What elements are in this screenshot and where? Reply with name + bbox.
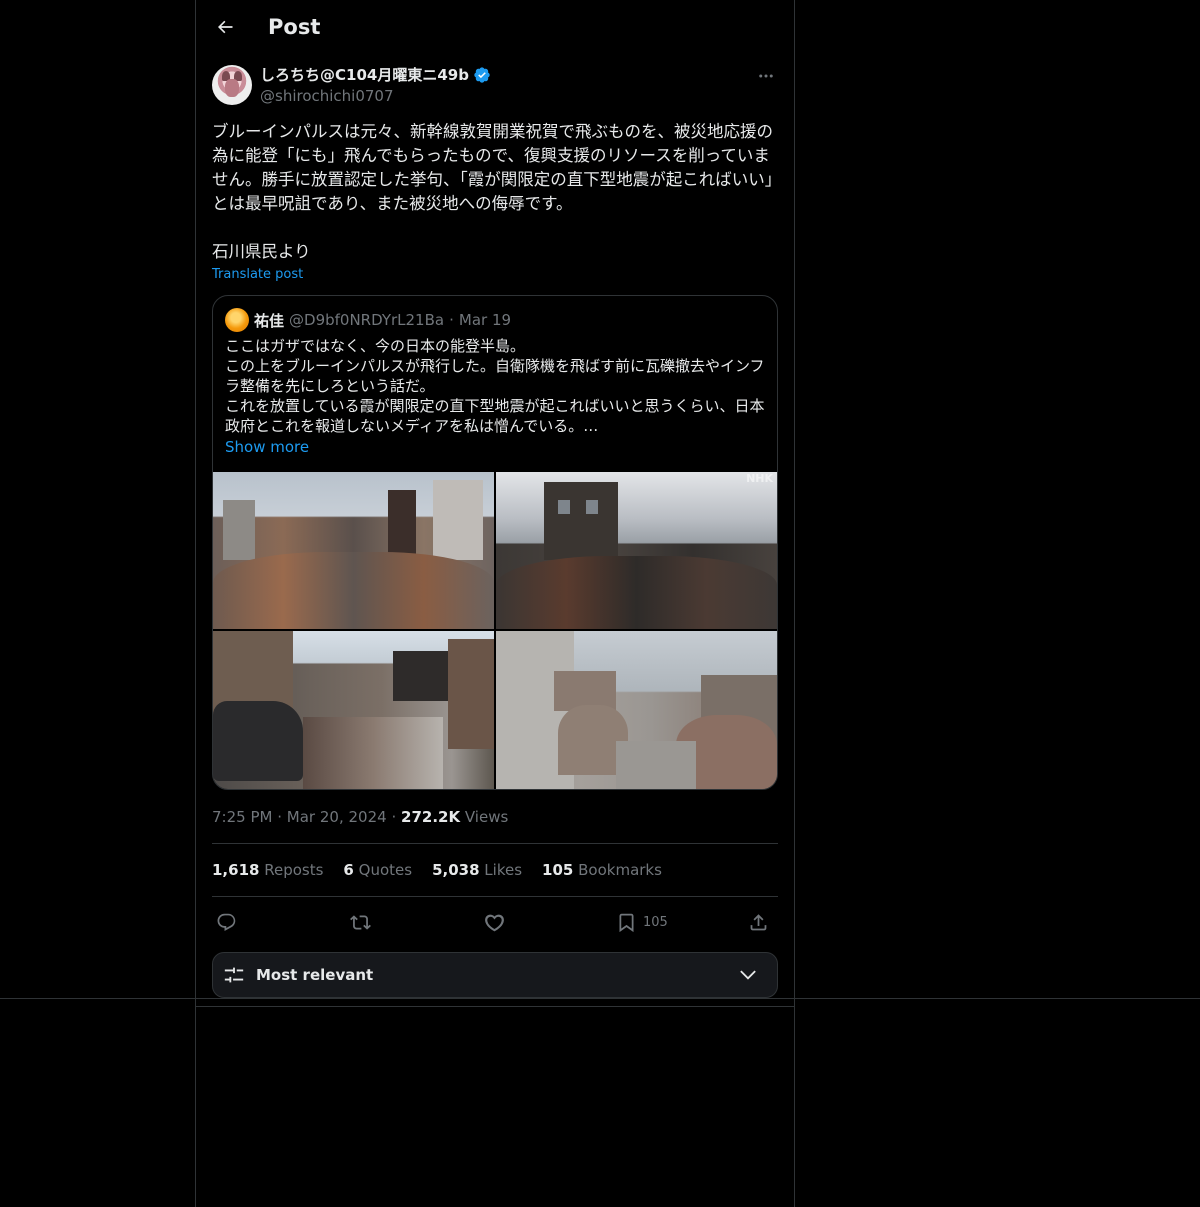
action-bar: 105 [212, 906, 778, 938]
divider [212, 843, 778, 844]
avatar[interactable] [212, 65, 252, 105]
page-title: Post [268, 15, 321, 39]
heart-icon [485, 914, 504, 931]
quoted-date: Mar 19 [458, 311, 512, 329]
reply-button[interactable] [216, 910, 237, 934]
author-display-name[interactable]: しろちち@C104月曜東ニ49b [260, 65, 469, 85]
quoted-avatar [225, 308, 249, 332]
quoted-image-3[interactable] [213, 631, 494, 789]
chevron-down-icon [740, 970, 756, 980]
post-time[interactable]: 7:25 PM [212, 808, 272, 826]
sort-label: Most relevant [256, 966, 374, 984]
bookmark-count: 105 [643, 914, 668, 930]
share-icon [750, 913, 767, 930]
engagement-stats: 1,618 Reposts 6 Quotes 5,038 Likes 105 B… [212, 860, 662, 880]
views-label: Views [464, 808, 509, 826]
share-button[interactable] [748, 910, 769, 934]
quoted-separator: · [449, 311, 454, 329]
translate-post-link[interactable]: Translate post [212, 266, 303, 284]
divider [212, 896, 778, 897]
bookmark-icon [619, 913, 634, 932]
author-name-row: しろちち@C104月曜東ニ49b [260, 64, 491, 86]
quotes-stat[interactable]: 6 Quotes [343, 860, 412, 880]
bookmark-button[interactable]: 105 [616, 910, 668, 934]
quoted-image-4[interactable] [496, 631, 777, 789]
post-date[interactable]: Mar 20, 2024 [287, 808, 387, 826]
sliders-icon [224, 967, 244, 983]
quoted-display-name: 祐佳 [254, 311, 285, 330]
reply-icon [217, 913, 236, 931]
post-text: ブルーインパルスは元々、新幹線敦賀開業祝賀で飛ぶものを、被災地応援の為に能登「に… [212, 122, 773, 261]
post-author: しろちち@C104月曜東ニ49b @shirochichi0707 [212, 64, 778, 108]
quoted-image-2[interactable]: NHK [496, 472, 777, 629]
repost-icon [350, 914, 371, 930]
likes-stat[interactable]: 5,038 Likes [432, 860, 522, 880]
bookmarks-stat[interactable]: 105 Bookmarks [542, 860, 662, 880]
quoted-post-text: ここはガザではなく、今の日本の能登半島。 この上をブルーインパルスが飛行した。自… [225, 337, 765, 435]
meta-separator: · [277, 808, 283, 826]
repost-button[interactable] [350, 910, 371, 934]
quoted-image-1[interactable] [213, 472, 494, 629]
nhk-watermark: NHK [746, 472, 773, 485]
back-arrow-icon [218, 20, 233, 34]
show-more-link[interactable]: Show more [225, 437, 309, 457]
post-meta: 7:25 PM · Mar 20, 2024 · 272.2K Views [212, 807, 508, 827]
verified-badge-icon[interactable] [473, 66, 491, 84]
views-count: 272.2K [401, 808, 461, 826]
page-header: Post [196, 0, 794, 54]
reply-sort-dropdown[interactable]: Most relevant [212, 952, 778, 998]
main-column: Post しろちち@C104月曜東ニ49b @shirochichi0707 ブ… [195, 0, 795, 1207]
more-dots-icon [759, 74, 773, 78]
like-button[interactable] [484, 910, 505, 934]
quoted-post[interactable]: 祐佳 @D9bf0NRDYrL21Ba · Mar 19 ここはガザではなく、今… [212, 295, 778, 790]
more-options-button[interactable] [754, 66, 778, 86]
quoted-post-header: 祐佳 @D9bf0NRDYrL21Ba · Mar 19 [225, 308, 511, 332]
author-handle[interactable]: @shirochichi0707 [260, 86, 394, 106]
back-button[interactable] [210, 12, 240, 42]
meta-separator: · [391, 808, 397, 826]
quoted-handle: @D9bf0NRDYrL21Ba [289, 311, 445, 329]
reposts-stat[interactable]: 1,618 Reposts [212, 860, 323, 880]
